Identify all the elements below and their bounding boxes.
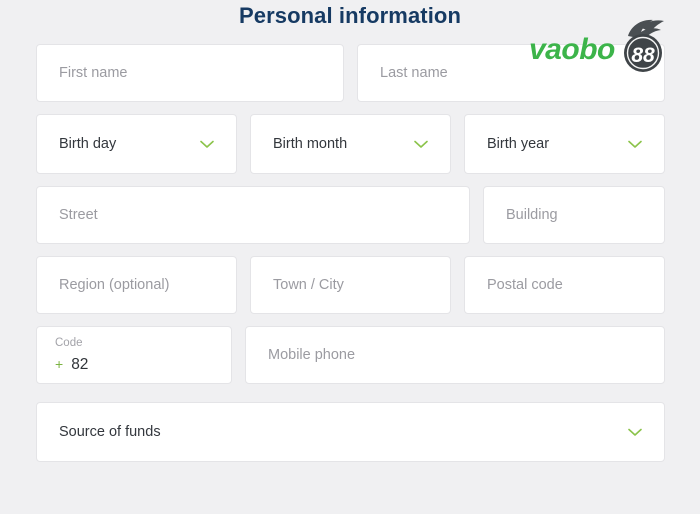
- region-input[interactable]: Region (optional): [36, 256, 237, 314]
- form-row-address: Street Building: [36, 186, 665, 244]
- country-code-value-row: + 82: [55, 355, 89, 373]
- town-city-placeholder: Town / City: [273, 276, 344, 293]
- postal-code-input[interactable]: Postal code: [464, 256, 665, 314]
- country-code-value: 82: [71, 355, 89, 373]
- mobile-phone-input[interactable]: Mobile phone: [245, 326, 665, 384]
- building-input[interactable]: Building: [483, 186, 665, 244]
- birth-month-select[interactable]: Birth month: [250, 114, 451, 174]
- source-of-funds-select[interactable]: Source of funds: [36, 402, 665, 462]
- first-name-input[interactable]: First name: [36, 44, 344, 102]
- region-placeholder: Region (optional): [59, 276, 170, 293]
- birth-month-value: Birth month: [273, 135, 348, 152]
- town-city-input[interactable]: Town / City: [250, 256, 451, 314]
- form-row-source-of-funds: Source of funds: [36, 402, 665, 462]
- personal-information-form: First name Last name Birth day Birth mon…: [36, 44, 665, 462]
- form-row-birthdate: Birth day Birth month Birth year: [36, 114, 665, 174]
- plus-sign-icon: +: [55, 355, 64, 372]
- country-code-label: Code: [55, 337, 83, 349]
- birth-day-value: Birth day: [59, 135, 117, 152]
- form-row-phone: Code + 82 Mobile phone: [36, 326, 665, 384]
- chevron-down-icon: [200, 140, 214, 149]
- form-row-locality: Region (optional) Town / City Postal cod…: [36, 256, 665, 314]
- chevron-down-icon: [628, 140, 642, 149]
- page-header: Personal information: [0, 0, 700, 36]
- birth-year-select[interactable]: Birth year: [464, 114, 665, 174]
- country-code-field[interactable]: Code + 82: [36, 326, 232, 384]
- first-name-placeholder: First name: [59, 64, 128, 81]
- birth-year-value: Birth year: [487, 135, 550, 152]
- page-title: Personal information: [238, 3, 462, 28]
- last-name-input[interactable]: Last name: [357, 44, 665, 102]
- mobile-phone-placeholder: Mobile phone: [268, 346, 356, 363]
- personal-information-page: Personal information vaobo 88 First name…: [0, 0, 700, 514]
- street-input[interactable]: Street: [36, 186, 470, 244]
- postal-code-placeholder: Postal code: [487, 276, 563, 293]
- chevron-down-icon: [628, 428, 642, 437]
- building-placeholder: Building: [506, 206, 558, 223]
- last-name-placeholder: Last name: [380, 64, 448, 81]
- street-placeholder: Street: [59, 206, 98, 223]
- birth-day-select[interactable]: Birth day: [36, 114, 237, 174]
- source-of-funds-value: Source of funds: [59, 423, 161, 440]
- form-row-name: First name Last name: [36, 44, 665, 102]
- chevron-down-icon: [414, 140, 428, 149]
